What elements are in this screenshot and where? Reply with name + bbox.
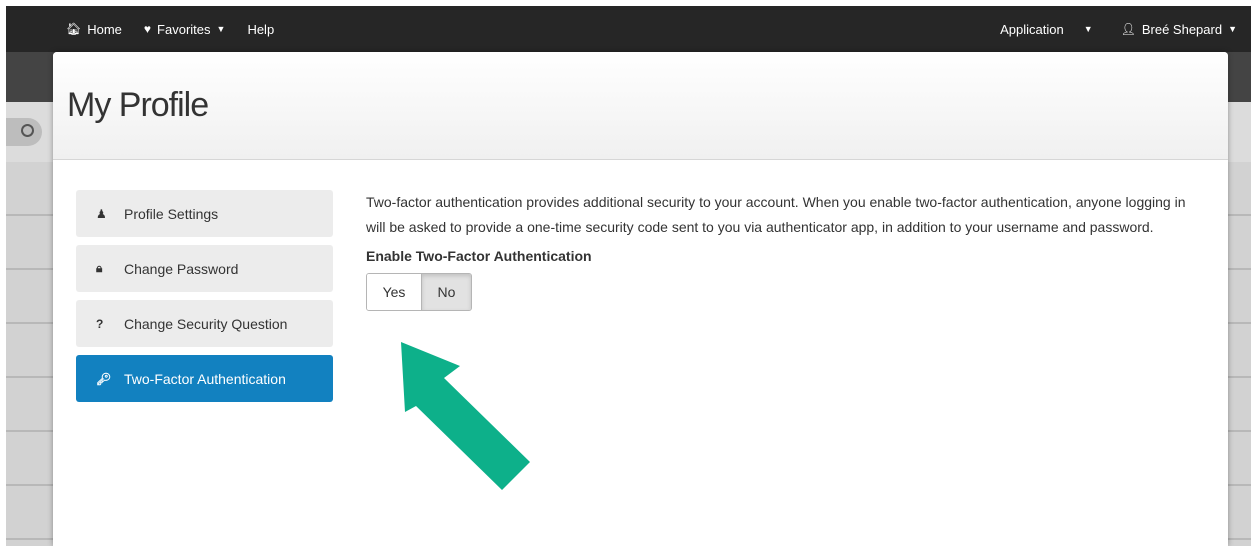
annotation-arrow-icon [401, 342, 530, 490]
